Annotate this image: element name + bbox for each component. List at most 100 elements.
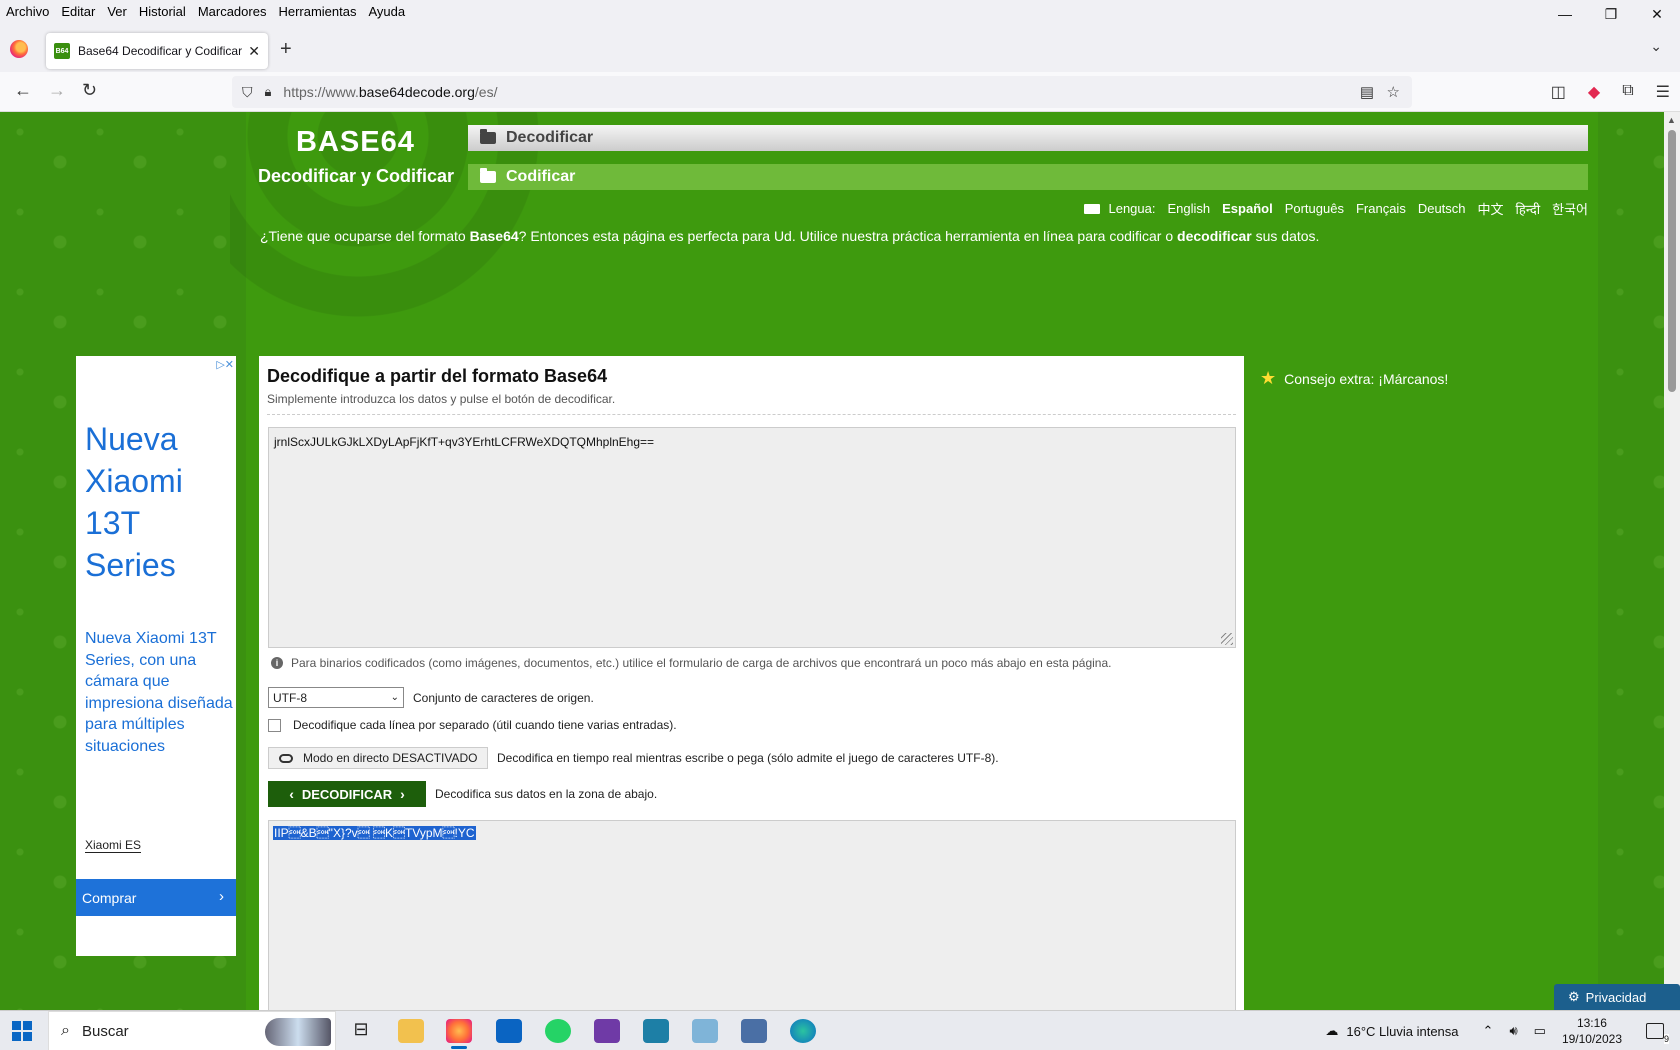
url-text[interactable]: https://www.base64decode.org/es/	[283, 84, 497, 100]
firefox-icon[interactable]	[10, 40, 28, 58]
lock-icon[interactable]: 🔒︎	[265, 84, 272, 100]
restore-button[interactable]: ❐	[1588, 0, 1634, 28]
url-bar[interactable]: ⛉ 🔒︎ https://www.base64decode.org/es/ ▤ …	[232, 76, 1412, 108]
nav-encode-link[interactable]: Codificar	[468, 164, 1588, 190]
ad-buy-label: Comprar	[82, 889, 137, 906]
scroll-up-icon[interactable]: ▲	[1667, 115, 1676, 125]
info-icon: i	[271, 657, 283, 669]
edge-icon[interactable]	[790, 1019, 816, 1043]
ad-buy-button[interactable]: Comprar ›	[76, 879, 236, 916]
list-tabs-chevron-icon[interactable]: ⌄	[1650, 38, 1662, 55]
decoder-panel: Decodifique a partir del formato Base64 …	[259, 356, 1244, 1010]
lang-francais[interactable]: Français	[1356, 201, 1406, 216]
clock-date: 19/10/2023	[1561, 1032, 1622, 1046]
firefox-taskbar-icon[interactable]	[446, 1019, 472, 1049]
folder-open-icon	[480, 129, 496, 144]
network-icon[interactable]: ▭	[1534, 1023, 1546, 1039]
menu-archivo[interactable]: Archivo	[6, 4, 49, 19]
search-icon: ⌕	[61, 1022, 70, 1039]
page-scrollbar[interactable]: ▲ ▼	[1664, 112, 1680, 1010]
volume-icon[interactable]: 🔊︎	[1509, 1023, 1517, 1039]
per-line-checkbox[interactable]	[268, 718, 281, 732]
bookmark-tip[interactable]: ★ Consejo extra: ¡Márcanos!	[1260, 368, 1448, 389]
lang-deutsch[interactable]: Deutsch	[1418, 201, 1466, 216]
privacy-button[interactable]: ⚙ Privacidad	[1554, 984, 1680, 1010]
decode-button[interactable]: ‹ DECODIFICAR ›	[268, 781, 426, 807]
menu-editar[interactable]: Editar	[61, 4, 95, 19]
language-selector: Lengua: English Español Português França…	[1084, 199, 1588, 218]
close-tab-icon[interactable]: ✕	[248, 43, 260, 60]
intro-text: ¿Tiene que ocuparse del formato Base64? …	[260, 228, 1319, 244]
advertisement[interactable]: ▷✕ Nueva Xiaomi 13T Series Nueva Xiaomi …	[76, 356, 236, 956]
language-icon	[1084, 203, 1101, 214]
lang-chinese[interactable]: 中文	[1478, 199, 1504, 218]
reload-icon[interactable]: ↻	[82, 80, 97, 101]
output-value: IIP&B"X}?v KTVypM!YC	[273, 826, 476, 840]
menu-ayuda[interactable]: Ayuda	[368, 4, 405, 19]
ad-text[interactable]: Nueva Xiaomi 13T Series, con una cámara …	[85, 628, 233, 757]
site-logo-subtitle[interactable]: Decodificar y Codificar	[258, 166, 454, 187]
app-s-icon[interactable]	[643, 1019, 669, 1043]
taskbar-search[interactable]: ⌕ Buscar	[48, 1011, 336, 1050]
tab-title: Base64 Decodificar y Codificar	[78, 44, 243, 58]
lang-hindi[interactable]: हिन्दी	[1516, 200, 1541, 218]
outlook-icon[interactable]	[496, 1019, 522, 1043]
back-arrow-icon[interactable]: ←	[14, 80, 32, 101]
remote-desktop-icon[interactable]	[741, 1019, 767, 1043]
nav-decode-label: Decodificar	[506, 129, 594, 146]
weather-text[interactable]: 16°C Lluvia intensa	[1346, 1024, 1458, 1039]
close-window-button[interactable]: ✕	[1634, 0, 1680, 28]
url-actions: ▤ ☆	[1360, 83, 1400, 101]
task-view-icon[interactable]: ⊟	[348, 1019, 374, 1043]
weather-icon[interactable]: ☁	[1325, 1023, 1338, 1039]
ad-brand[interactable]: Xiaomi ES	[85, 838, 142, 853]
tray-chevron-up-icon[interactable]: ⌃	[1483, 1023, 1494, 1039]
intro-part1: ¿Tiene que ocuparse del formato	[260, 228, 470, 244]
menu-marcadores[interactable]: Marcadores	[198, 4, 267, 19]
lang-portugues[interactable]: Português	[1285, 201, 1344, 216]
decoder-title: Decodifique a partir del formato Base64	[267, 366, 608, 386]
binary-hint-text: Para binarios codificados (como imágenes…	[291, 656, 1112, 670]
site-logo-title[interactable]: BASE64	[296, 126, 415, 159]
shield-icon[interactable]: ⛉	[242, 84, 253, 101]
url-path: /es/	[474, 84, 498, 100]
web-page: BASE64 Decodificar y Codificar Decodific…	[0, 112, 1664, 1010]
clock[interactable]: 13:16 19/10/2023	[1562, 1015, 1622, 1047]
windows-start-icon[interactable]	[12, 1021, 32, 1041]
notes-app-icon[interactable]	[692, 1019, 718, 1043]
file-explorer-icon[interactable]	[398, 1019, 424, 1043]
extension-eraser-icon[interactable]: ◆	[1588, 82, 1600, 102]
whatsapp-icon[interactable]	[545, 1019, 571, 1043]
forward-arrow-icon[interactable]: →	[48, 80, 66, 101]
per-line-label[interactable]: Decodifique cada línea por separado (úti…	[293, 718, 677, 732]
lang-english[interactable]: English	[1167, 201, 1210, 216]
menu-herramientas[interactable]: Herramientas	[278, 4, 356, 19]
scrollbar-thumb[interactable]	[1668, 130, 1676, 392]
nav-decode-link[interactable]: Decodificar	[468, 125, 1588, 151]
pocket-icon[interactable]: ◫	[1551, 82, 1566, 102]
output-textarea[interactable]: IIP&B"X}?v KTVypM!YC	[268, 820, 1236, 1010]
charset-select[interactable]: UTF-8 ⌄	[268, 687, 404, 708]
notification-icon[interactable]: 9	[1646, 1023, 1669, 1044]
live-mode-button[interactable]: Modo en directo DESACTIVADO	[268, 747, 488, 769]
ad-choices-close-icon[interactable]: ▷✕	[216, 358, 234, 371]
bookmark-star-icon[interactable]: ☆	[1387, 84, 1400, 101]
ad-title[interactable]: Nueva Xiaomi 13T Series	[85, 418, 235, 586]
lang-espanol[interactable]: Español	[1222, 201, 1273, 216]
input-textarea[interactable]: jrnlScxJULkGJkLXDyLApFjKfT+qv3YErhtLCFRW…	[268, 427, 1236, 648]
extensions-puzzle-icon[interactable]: ⧉	[1622, 82, 1633, 102]
hamburger-menu-icon[interactable]: ☰	[1656, 82, 1670, 102]
menu-historial[interactable]: Historial	[139, 4, 186, 19]
divider	[267, 414, 1236, 415]
chevron-right-icon: ›	[400, 786, 405, 802]
new-tab-button[interactable]: +	[280, 38, 292, 61]
minimize-button[interactable]: —	[1542, 0, 1588, 28]
lang-korean[interactable]: 한국어	[1552, 199, 1588, 218]
tab-base64[interactable]: B64 Base64 Decodificar y Codificar ✕	[46, 33, 268, 69]
live-mode-label: Modo en directo DESACTIVADO	[303, 751, 478, 765]
menu-ver[interactable]: Ver	[107, 4, 127, 19]
resize-handle[interactable]	[1221, 633, 1233, 645]
visual-studio-icon[interactable]	[594, 1019, 620, 1043]
reader-view-icon[interactable]: ▤	[1360, 84, 1374, 101]
system-tray: ☁ 16°C Lluvia intensa ⌃ 🔊︎ ▭ 13:16 19/10…	[1325, 1011, 1680, 1050]
